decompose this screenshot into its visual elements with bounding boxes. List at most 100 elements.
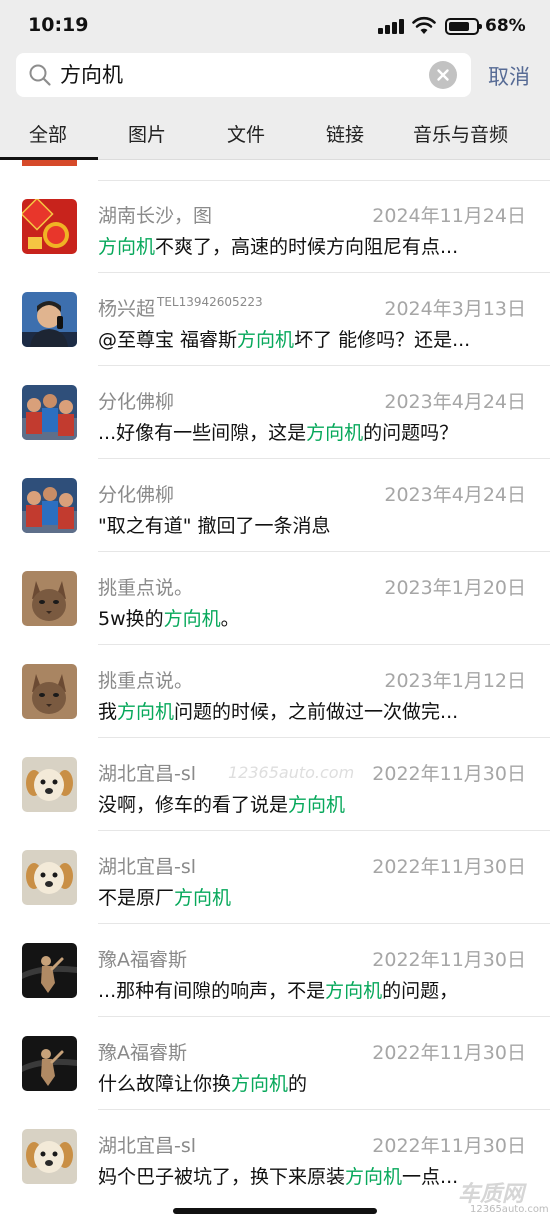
- avatar: [22, 199, 77, 254]
- sender-name-text: 湖北宜昌-sl: [98, 763, 197, 785]
- cancel-button[interactable]: 取消: [488, 61, 530, 91]
- avatar: [22, 757, 77, 812]
- keyword-highlight: 方向机: [325, 980, 383, 1002]
- message-text: "取之有道" 撤回了一条消息: [98, 515, 331, 537]
- message-snippet: 妈个巴子被坑了，换下来原装方向机一点...: [98, 1162, 518, 1189]
- tab-images[interactable]: 图片: [128, 120, 166, 147]
- list-item[interactable]: 分化佛柳 2023年4月24日 ...好像有一些间隙，这是方向机的问题吗？: [0, 366, 550, 459]
- message-snippet: 我方向机问题的时候，之前做过一次做完...: [98, 697, 518, 724]
- avatar: [22, 571, 77, 626]
- message-snippet: 不是原厂方向机: [98, 883, 518, 910]
- keyword-highlight: 方向机: [231, 1073, 289, 1095]
- message-text: 没啊，修车的看了说是: [98, 794, 289, 816]
- sender-name-text: 杨兴超: [98, 298, 156, 320]
- clear-icon[interactable]: [429, 61, 457, 89]
- avatar: [22, 850, 77, 905]
- message-snippet: 方向机不爽了，高速的时候方向阻尼有点...: [98, 232, 518, 259]
- sender-name-text: 挑重点说。: [98, 670, 194, 692]
- list-item[interactable]: 挑重点说。 2023年1月12日 我方向机问题的时候，之前做过一次做完...: [0, 645, 550, 738]
- message-date: 2022年11月30日: [372, 1135, 526, 1157]
- search-icon: [29, 64, 51, 86]
- message-date: 2022年11月30日: [372, 949, 526, 971]
- avatar: [22, 1036, 77, 1091]
- message-snippet: @至尊宝 福睿斯方向机坏了 能修吗？还是...: [98, 325, 518, 352]
- message-date: 2022年11月30日: [372, 1042, 526, 1064]
- message-date: 2023年1月20日: [384, 577, 526, 599]
- list-item[interactable]: 分化佛柳 2023年4月24日 "取之有道" 撤回了一条消息: [0, 459, 550, 552]
- message-text: 一点...: [402, 1166, 459, 1188]
- battery-percent: 68%: [485, 16, 526, 36]
- sender-name: 分化佛柳: [98, 480, 174, 507]
- search-box[interactable]: [16, 53, 471, 97]
- list-item[interactable]: 挑重点说。 2023年1月20日 5w换的方向机。: [0, 552, 550, 645]
- message-snippet: "取之有道" 撤回了一条消息: [98, 511, 518, 538]
- battery-icon: [445, 18, 482, 35]
- list-item[interactable]: 杨兴超 TEL13942605223 2024年3月13日 @至尊宝 福睿斯方向机坏了…: [0, 273, 550, 366]
- message-text: ...好像有一些间隙，这是: [98, 422, 307, 444]
- search-results[interactable]: 湖南长沙，图 2024年11月24日 方向机不爽了，高速的时候方向阻尼有点... 杨兴…: [0, 160, 550, 1200]
- sender-name-text: 豫A福睿斯: [98, 1042, 187, 1064]
- keyword-highlight: 方向机: [345, 1166, 403, 1188]
- wifi-icon: [412, 16, 436, 34]
- list-item[interactable]: 湖北宜昌-sl 2022年11月30日 没啊，修车的看了说是方向机: [0, 738, 550, 831]
- message-text: 不是原厂: [98, 887, 175, 909]
- sender-name: 挑重点说。: [98, 666, 193, 693]
- message-date: 2023年4月24日: [384, 484, 526, 506]
- sender-name-text: 豫A福睿斯: [98, 949, 187, 971]
- sender-name: 湖北宜昌-sl: [98, 852, 196, 879]
- sender-name: 豫A福睿斯: [98, 945, 187, 972]
- search-input[interactable]: [60, 53, 430, 97]
- avatar: [22, 160, 77, 166]
- sender-name-text: 湖北宜昌-sl: [98, 1135, 197, 1157]
- sender-name: 挑重点说。: [98, 573, 193, 600]
- message-text: 。: [220, 608, 240, 630]
- sender-name: 湖北宜昌-sl: [98, 759, 196, 786]
- keyword-highlight: 方向机: [117, 701, 175, 723]
- watermark-url: 12365auto.com: [470, 1204, 549, 1215]
- list-item[interactable]: 豫A福睿斯 2022年11月30日什么故障让你换方向机的: [0, 1017, 550, 1110]
- message-text: 5w换的: [98, 608, 164, 630]
- sender-name-text: 分化佛柳: [98, 391, 175, 413]
- sender-name-text: 湖北宜昌-sl: [98, 856, 197, 878]
- sender-name: 湖北宜昌-sl: [98, 1131, 196, 1158]
- message-text: 不爽了，高速的时候方向阻尼有点...: [155, 236, 459, 258]
- search-header: 取消: [0, 52, 550, 102]
- avatar: [22, 292, 77, 347]
- keyword-highlight: 方向机: [163, 608, 221, 630]
- tab-music-audio[interactable]: 音乐与音频: [413, 120, 508, 147]
- list-item[interactable]: 豫A福睿斯 2022年11月30日 ...那种有间隙的响声，不是方向机的问题，: [0, 924, 550, 1017]
- sender-name: 分化佛柳: [98, 387, 174, 414]
- tab-files[interactable]: 文件: [227, 120, 265, 147]
- message-text: 妈个巴子被坑了，换下来原装: [98, 1166, 346, 1188]
- message-snippet: ...那种有间隙的响声，不是方向机的问题，: [98, 976, 518, 1003]
- sender-name-text: 挑重点说。: [98, 577, 194, 599]
- message-date: 2024年11月24日: [372, 205, 526, 227]
- message-text: ...那种有间隙的响声，不是: [98, 980, 326, 1002]
- list-item[interactable]: 湖南长沙，图 2024年11月24日方向机不爽了，高速的时候方向阻尼有点...: [0, 180, 550, 273]
- keyword-highlight: 方向机: [288, 794, 346, 816]
- message-text: 什么故障让你换: [98, 1073, 232, 1095]
- message-snippet: 什么故障让你换方向机的: [98, 1069, 518, 1096]
- message-text: 的问题吗？: [363, 422, 459, 444]
- sender-name: 杨兴超 TEL13942605223: [98, 294, 263, 321]
- watermark: 12365auto.com: [228, 763, 355, 782]
- message-text: 坏了 能修吗？还是...: [294, 329, 471, 351]
- message-text: 我: [98, 701, 118, 723]
- tab-all[interactable]: 全部: [29, 120, 67, 147]
- message-text: 的问题，: [382, 980, 459, 1002]
- sender-name: 湖南长沙，图: [98, 201, 212, 228]
- keyword-highlight: 方向机: [306, 422, 364, 444]
- message-date: 2023年4月24日: [384, 391, 526, 413]
- filter-tabs: 全部 图片 文件 链接 音乐与音频: [0, 102, 550, 160]
- list-item[interactable]: 湖北宜昌-sl 2022年11月30日不是原厂方向机: [0, 831, 550, 924]
- message-snippet: 5w换的方向机。: [98, 604, 518, 631]
- message-date: 2024年3月13日: [384, 298, 526, 320]
- sender-name-suffix: TEL13942605223: [157, 295, 263, 309]
- message-date: 2022年11月30日: [372, 856, 526, 878]
- tab-links[interactable]: 链接: [326, 120, 364, 147]
- message-snippet: 没啊，修车的看了说是方向机: [98, 790, 518, 817]
- sender-name: 豫A福睿斯: [98, 1038, 187, 1065]
- list-item[interactable]: [0, 160, 550, 181]
- home-indicator[interactable]: [173, 1208, 377, 1214]
- message-text: 的: [288, 1073, 308, 1095]
